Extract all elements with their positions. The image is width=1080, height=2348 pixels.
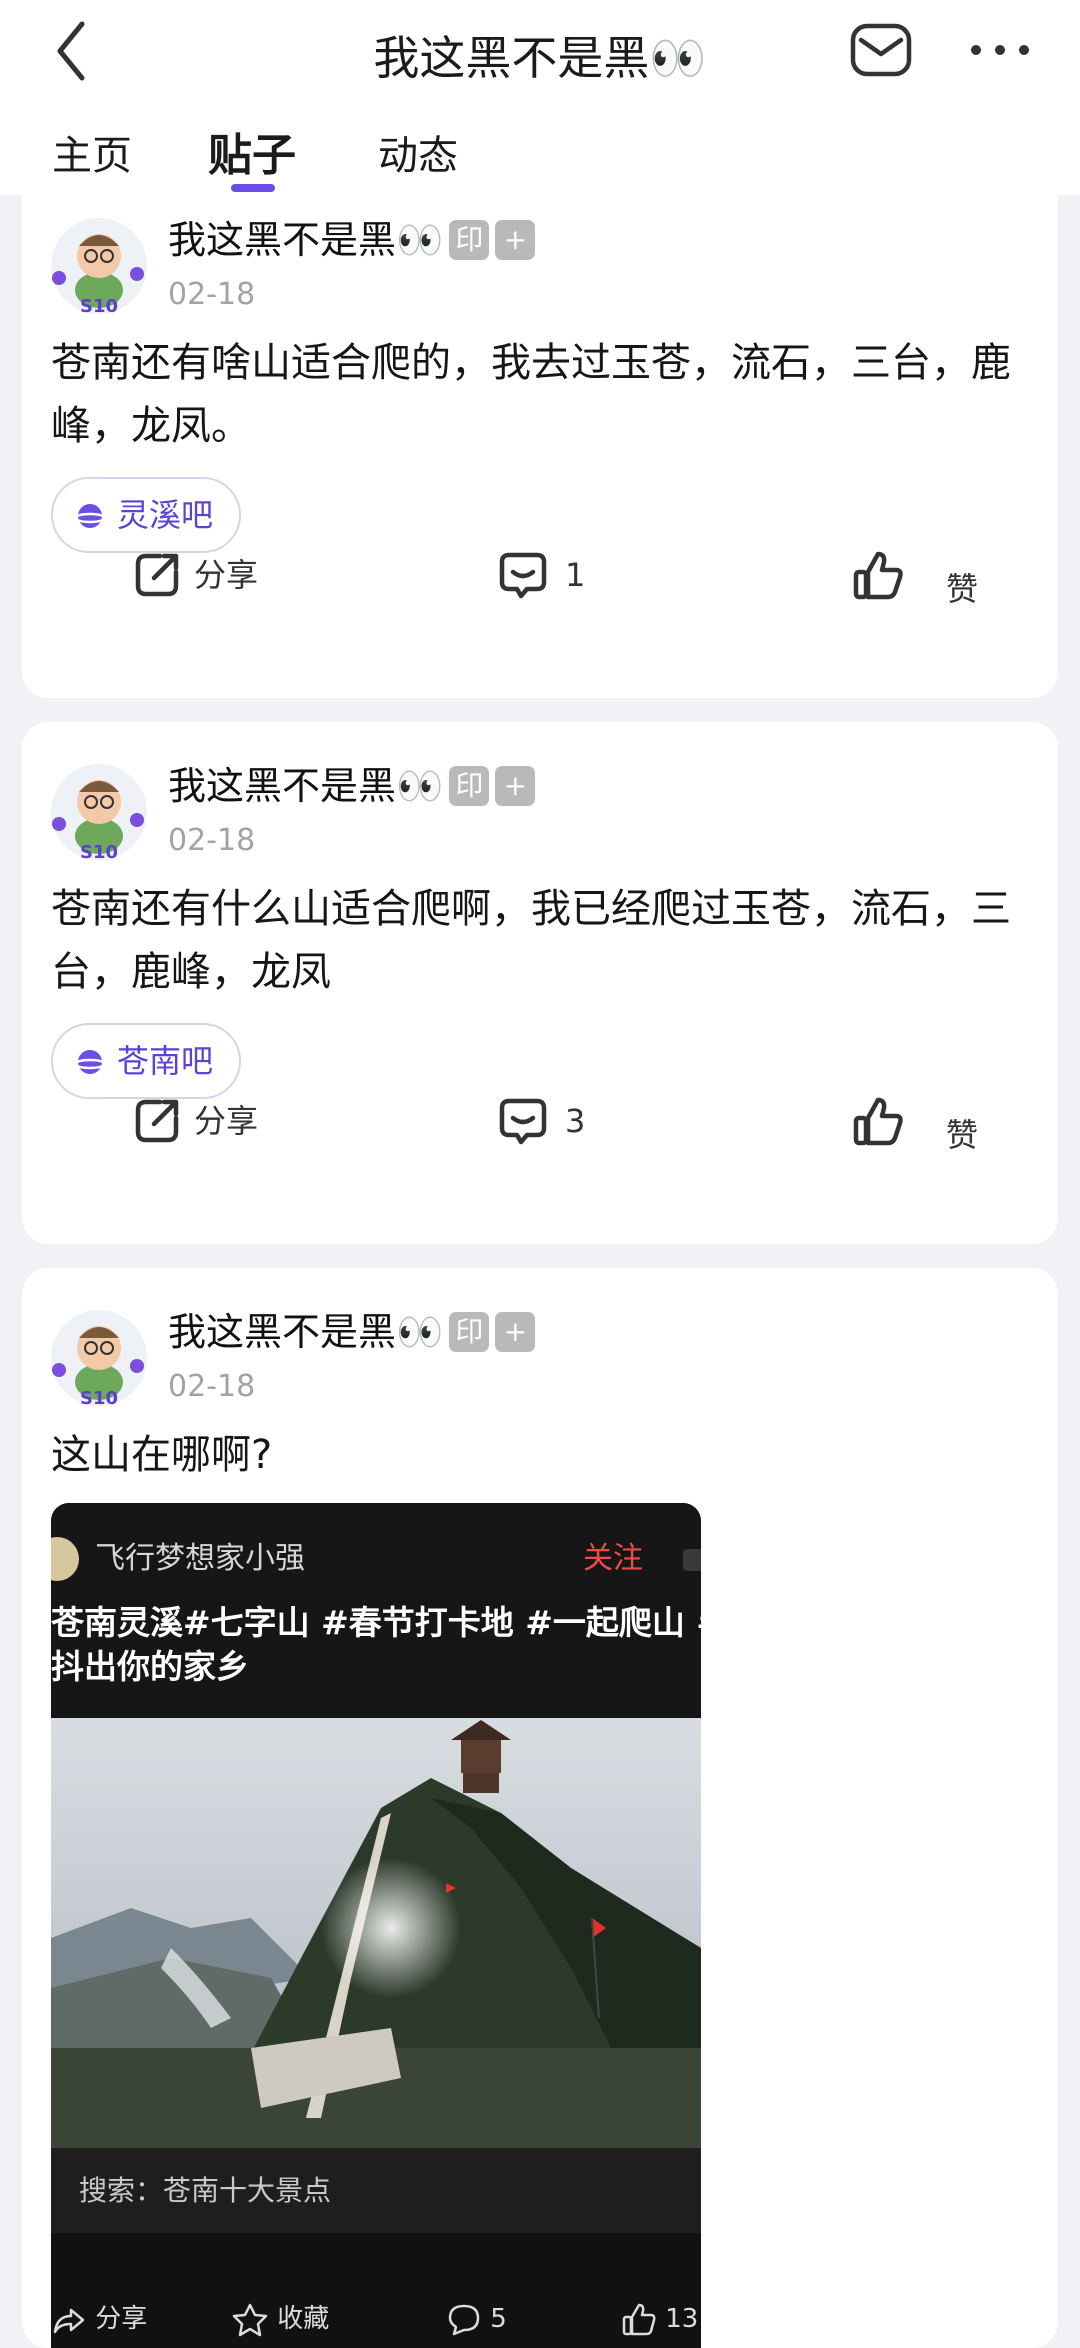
share-icon [135,553,179,597]
active-tab-indicator [231,184,275,192]
forum-chip[interactable]: 苍南吧 [51,1023,241,1099]
like-icon [853,551,903,600]
embed-comment-count: 5 [490,2304,507,2334]
avatar[interactable]: S10 [49,216,149,316]
post-card[interactable]: S10 我这黑不是黑👀 印 + 02-18 这山在哪啊? 飞行梦想家小强 关注 苍南… [22,1268,1058,2348]
embed-like-count: 13 [665,2304,699,2334]
post-date: 02-18 [168,1369,256,1404]
tab-home[interactable]: 主页 [52,126,132,186]
embed-avatar[interactable] [51,1537,79,1581]
forum-chip-label: 灵溪吧 [117,496,214,534]
embed-header: 飞行梦想家小强 关注 苍南灵溪#七字山 #春节打卡地 #一起爬山 # 抖出你的家… [51,1503,701,1718]
embed-comment-button[interactable]: 5 [446,2301,507,2338]
mountain-photo[interactable] [51,1718,701,2148]
like-button[interactable]: 赞 [852,550,982,610]
author-name-text: 我这黑不是黑👀 [168,764,444,808]
author-name[interactable]: 我这黑不是黑👀 印 + [168,761,536,811]
author-name-text: 我这黑不是黑👀 [168,1310,444,1354]
print-badge: 印 [449,219,490,260]
video-embed[interactable]: 飞行梦想家小强 关注 苍南灵溪#七字山 #春节打卡地 #一起爬山 # 抖出你的家… [51,1503,701,2348]
post-text[interactable]: 这山在哪啊? [51,1424,1031,1487]
embed-search-text: 搜索：苍南十大景点 [79,2174,332,2207]
embed-like-button[interactable]: 13 [621,2301,698,2338]
avatar-tag: S10 [80,842,118,862]
mail-icon[interactable] [849,22,913,78]
forum-chip-label: 苍南吧 [117,1042,214,1080]
embed-hashtags-line2: 抖出你的家乡 [51,1647,249,1686]
avatar[interactable]: S10 [49,1308,149,1408]
post-text[interactable]: 苍南还有啥山适合爬的，我去过玉苍，流石，三台，鹿峰，龙凤。 [51,332,1031,458]
print-badge: 印 [449,765,490,806]
author-name-text: 我这黑不是黑👀 [168,218,444,262]
favorite-label: 收藏 [277,2304,330,2334]
plus-badge: + [495,1311,536,1352]
avatar[interactable]: S10 [49,762,149,862]
planet-icon [75,504,105,528]
avatar-tag: S10 [80,296,118,316]
comment-button[interactable]: 1 [497,550,617,600]
author-name[interactable]: 我这黑不是黑👀 印 + [168,215,536,265]
star-icon [232,2303,268,2336]
share-label: 分享 [194,556,259,594]
plus-badge: + [495,765,536,806]
embed-share-label: 分享 [95,2304,148,2334]
close-icon[interactable] [683,1549,701,1571]
comment-icon [499,1098,547,1145]
post-text[interactable]: 苍南还有什么山适合爬啊，我已经爬过玉苍，流石，三台，鹿峰，龙凤 [51,878,1031,1004]
embed-hashtags-line1: 苍南灵溪#七字山 #春节打卡地 #一起爬山 # [51,1603,701,1642]
like-label: 赞 [946,1116,979,1154]
like-icon [622,2303,656,2335]
avatar-tag: S10 [80,1388,118,1408]
tab-posts[interactable]: 贴子 [208,126,296,186]
more-icon[interactable] [968,40,1032,60]
share-icon [53,2308,85,2333]
author-name[interactable]: 我这黑不是黑👀 印 + [168,1307,536,1357]
embed-action-bar: 分享 收藏 5 13 [51,2273,701,2348]
forum-chip[interactable]: 灵溪吧 [51,477,241,553]
post-date: 02-18 [168,277,256,312]
like-button[interactable]: 赞 [852,1096,982,1156]
plus-badge: + [495,219,536,260]
embed-hashtags[interactable]: 苍南灵溪#七字山 #春节打卡地 #一起爬山 # 抖出你的家乡 [51,1601,701,1689]
post-date: 02-18 [168,823,256,858]
tab-activity[interactable]: 动态 [378,126,458,186]
like-icon [853,1097,903,1146]
post-card[interactable]: S10 我这黑不是黑👀 印 + 02-18 苍南还有什么山适合爬啊，我已经爬过玉苍，… [22,722,1058,1244]
embed-search-bar[interactable]: 搜索：苍南十大景点 [51,2148,701,2233]
back-icon[interactable] [52,18,92,84]
comment-count: 3 [565,1102,586,1140]
page-title: 我这黑不是黑👀 [373,31,707,85]
like-label: 赞 [946,570,979,608]
print-badge: 印 [449,1311,490,1352]
comment-count: 1 [565,556,586,594]
top-bar: 我这黑不是黑👀 主页 贴子 动态 [0,0,1080,195]
embed-share-button[interactable]: 分享 [51,2301,147,2338]
share-label: 分享 [194,1102,259,1140]
embed-username[interactable]: 飞行梦想家小强 [95,1537,305,1581]
post-card[interactable]: S10 我这黑不是黑👀 印 + 02-18 苍南还有啥山适合爬的，我去过玉苍，流石，… [22,150,1058,698]
favorite-button[interactable]: 收藏 [231,2301,329,2338]
comment-icon [499,552,547,599]
share-button[interactable]: 分享 [132,1096,282,1146]
share-icon [135,1099,179,1143]
planet-icon [75,1050,105,1074]
share-button[interactable]: 分享 [132,550,282,600]
follow-button[interactable]: 关注 [583,1537,643,1581]
comment-icon [448,2304,480,2335]
comment-button[interactable]: 3 [497,1096,617,1146]
